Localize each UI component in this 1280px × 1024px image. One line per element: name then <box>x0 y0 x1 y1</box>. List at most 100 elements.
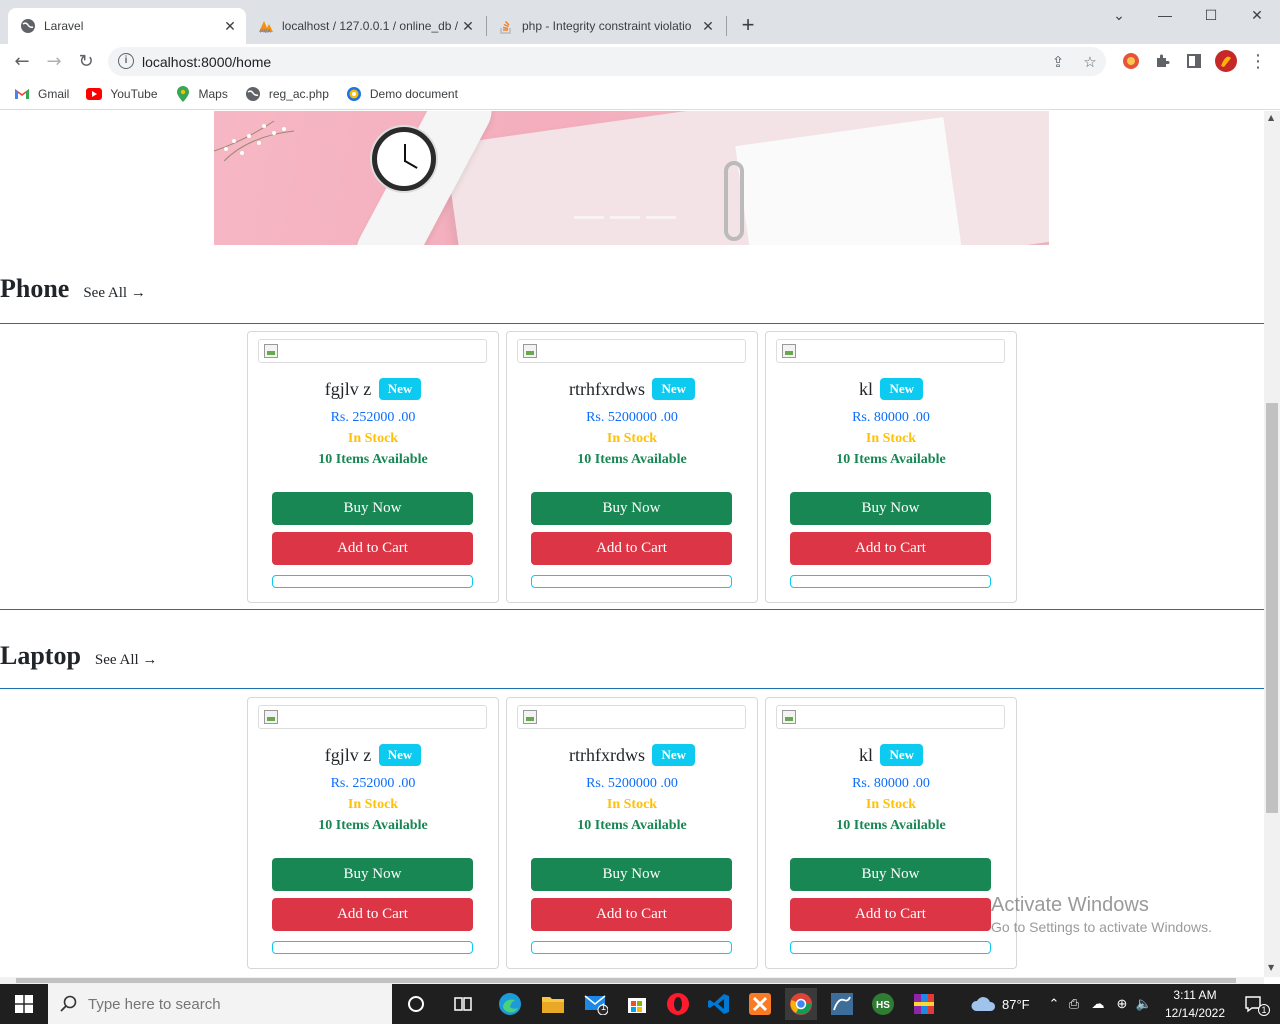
address-bar[interactable]: i ⇪ ☆ <box>108 47 1106 76</box>
tab-search-icon[interactable]: ⌄ <box>1096 0 1142 30</box>
buy-now-button[interactable]: Buy Now <box>531 492 732 525</box>
outline-button[interactable] <box>531 941 732 954</box>
add-to-cart-button[interactable]: Add to Cart <box>272 532 473 565</box>
activate-windows-watermark: Activate Windows Go to Settings to activ… <box>991 894 1212 935</box>
buy-now-button[interactable]: Buy Now <box>790 492 991 525</box>
taskbar-clock[interactable]: 3:11 AM 12/14/2022 <box>1160 986 1230 1022</box>
maximize-icon[interactable]: ☐ <box>1188 0 1234 30</box>
add-to-cart-button[interactable]: Add to Cart <box>790 532 991 565</box>
product-image[interactable] <box>258 339 487 363</box>
clock-date: 12/14/2022 <box>1164 1006 1226 1020</box>
product-image[interactable] <box>517 339 746 363</box>
task-view-icon[interactable] <box>447 988 479 1020</box>
heidisql-icon[interactable]: HS <box>867 988 899 1020</box>
tab-laravel[interactable]: Laravel ✕ <box>8 8 246 44</box>
opera-icon[interactable] <box>662 988 694 1020</box>
buy-now-button[interactable]: Buy Now <box>272 858 473 891</box>
edge-icon[interactable] <box>494 988 526 1020</box>
horizontal-scrollbar[interactable] <box>0 977 1264 984</box>
stock-status: In Stock <box>865 431 917 446</box>
mysql-workbench-icon[interactable] <box>826 988 858 1020</box>
close-tab-icon[interactable]: ✕ <box>458 16 478 36</box>
extensions-puzzle-icon[interactable] <box>1149 48 1175 74</box>
close-tab-icon[interactable]: ✕ <box>220 16 240 36</box>
carousel-indicators[interactable] <box>574 216 676 219</box>
meet-now-icon[interactable]: ⎙ <box>1062 996 1086 1012</box>
search-input[interactable] <box>88 995 378 1013</box>
browser-menu-icon[interactable]: ⋮ <box>1245 48 1271 74</box>
svg-text:HS: HS <box>876 1000 890 1011</box>
tab-title: php - Integrity constraint violatio <box>522 19 692 33</box>
onedrive-icon[interactable]: ☁ <box>1086 996 1110 1012</box>
share-icon[interactable]: ⇪ <box>1048 52 1068 72</box>
back-arrow-icon[interactable]: ← <box>9 48 35 74</box>
start-button[interactable] <box>0 984 48 1024</box>
new-tab-button[interactable]: + <box>736 14 760 38</box>
outline-button[interactable] <box>790 575 991 588</box>
browser-tab-bar: Laravel ✕ PMA localhost / 127.0.0.1 / on… <box>0 0 1280 44</box>
side-panel-icon[interactable] <box>1181 48 1207 74</box>
site-info-icon[interactable]: i <box>118 53 134 69</box>
close-window-icon[interactable]: ✕ <box>1234 0 1280 30</box>
file-explorer-icon[interactable] <box>537 988 569 1020</box>
tray-expand-icon[interactable]: ⌃ <box>1046 996 1062 1012</box>
bookmark-reg-ac[interactable]: reg_ac.php <box>245 86 329 102</box>
bookmark-demo-document[interactable]: Demo document <box>346 86 458 102</box>
outline-button[interactable] <box>531 575 732 588</box>
vscode-icon[interactable] <box>703 988 735 1020</box>
outline-button[interactable] <box>790 941 991 954</box>
carousel-indicator[interactable] <box>646 216 676 219</box>
bookmark-star-icon[interactable]: ☆ <box>1080 52 1100 72</box>
product-price: Rs. 80000 .00 <box>852 776 930 791</box>
vertical-scrollbar[interactable]: ▲ ▼ <box>1264 111 1280 977</box>
tab-phpmyadmin[interactable]: PMA localhost / 127.0.0.1 / online_db / … <box>246 8 484 44</box>
bookmark-maps[interactable]: Maps <box>175 85 228 102</box>
chrome-icon[interactable] <box>785 988 817 1020</box>
product-name: fgjlv z <box>324 745 372 765</box>
add-to-cart-button[interactable]: Add to Cart <box>790 898 991 931</box>
bookmark-youtube[interactable]: YouTube <box>86 86 158 102</box>
minimize-icon[interactable]: — <box>1142 0 1188 30</box>
add-to-cart-button[interactable]: Add to Cart <box>531 532 732 565</box>
xampp-icon[interactable] <box>744 988 776 1020</box>
weather-widget[interactable]: 87°F <box>970 984 1030 1024</box>
volume-icon[interactable]: 🔈 <box>1134 996 1154 1012</box>
profile-avatar[interactable] <box>1213 48 1239 74</box>
network-icon[interactable]: ⊕ <box>1110 996 1134 1012</box>
cortana-icon[interactable] <box>400 988 432 1020</box>
close-tab-icon[interactable]: ✕ <box>698 16 718 36</box>
scrollbar-thumb[interactable] <box>16 978 1236 983</box>
broken-image-icon <box>523 344 537 358</box>
scroll-up-icon[interactable]: ▲ <box>1268 113 1274 122</box>
extension-avatar-icon[interactable] <box>1118 48 1144 74</box>
add-to-cart-button[interactable]: Add to Cart <box>531 898 732 931</box>
bookmark-gmail[interactable]: Gmail <box>14 86 69 102</box>
buy-now-button[interactable]: Buy Now <box>790 858 991 891</box>
scrollbar-thumb[interactable] <box>1266 403 1278 813</box>
carousel-indicator[interactable] <box>574 216 604 219</box>
see-all-link[interactable]: See All → <box>95 652 158 669</box>
outline-button[interactable] <box>272 575 473 588</box>
buy-now-button[interactable]: Buy Now <box>272 492 473 525</box>
hero-carousel-image[interactable] <box>214 111 1049 245</box>
buy-now-button[interactable]: Buy Now <box>531 858 732 891</box>
see-all-link[interactable]: See All → <box>83 285 146 302</box>
tab-title: localhost / 127.0.0.1 / online_db / <box>282 19 458 33</box>
product-image[interactable] <box>776 339 1005 363</box>
carousel-indicator[interactable] <box>610 216 640 219</box>
taskbar-search[interactable] <box>48 984 392 1024</box>
outline-button[interactable] <box>272 941 473 954</box>
scroll-down-icon[interactable]: ▼ <box>1268 963 1274 972</box>
store-icon[interactable] <box>621 988 653 1020</box>
product-image[interactable] <box>258 705 487 729</box>
reload-icon[interactable]: ↻ <box>73 48 99 74</box>
winrar-icon[interactable] <box>908 988 940 1020</box>
mail-icon[interactable]: 1 <box>580 988 612 1020</box>
notification-center-icon[interactable]: 1 <box>1238 988 1270 1020</box>
product-image[interactable] <box>517 705 746 729</box>
add-to-cart-button[interactable]: Add to Cart <box>272 898 473 931</box>
forward-arrow-icon[interactable]: → <box>41 48 67 74</box>
product-image[interactable] <box>776 705 1005 729</box>
url-input[interactable] <box>142 51 1022 72</box>
tab-stackoverflow[interactable]: php - Integrity constraint violatio ✕ <box>486 8 724 44</box>
